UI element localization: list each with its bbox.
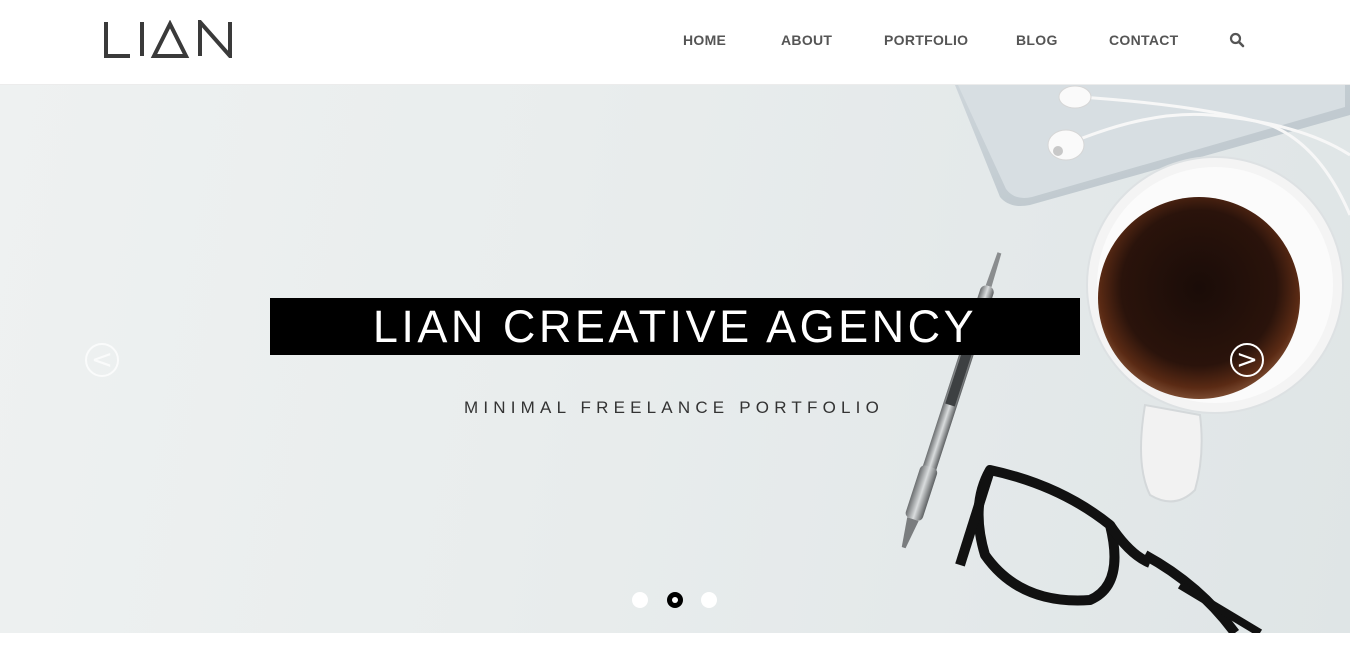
hero-subtitle-text: MINIMAL FREELANCE PORTFOLIO: [463, 398, 884, 417]
search-icon[interactable]: [1229, 32, 1245, 48]
chevron-left-icon: <: [91, 345, 113, 375]
nav-contact[interactable]: CONTACT: [1109, 32, 1179, 48]
hero-subtitle: MINIMAL FREELANCE PORTFOLIO: [0, 398, 1350, 418]
glasses: [955, 465, 1263, 633]
hero-slider: LIAN CREATIVE AGENCY MINIMAL FREELANCE P…: [0, 85, 1350, 633]
logo-mark: [104, 20, 232, 58]
slider-dot-3[interactable]: [701, 592, 717, 608]
logo[interactable]: [104, 18, 236, 60]
nav-home[interactable]: HOME: [683, 32, 726, 48]
nav-about[interactable]: ABOUT: [781, 32, 832, 48]
site-header: HOME ABOUT PORTFOLIO BLOG CONTACT: [0, 0, 1350, 85]
hero-title: LIAN CREATIVE AGENCY: [372, 300, 978, 352]
nav-blog[interactable]: BLOG: [1016, 32, 1058, 48]
nav-portfolio[interactable]: PORTFOLIO: [884, 32, 968, 48]
coffee-cup: [1086, 156, 1344, 414]
chevron-right-icon: >: [1236, 345, 1258, 375]
hero-background-image: [901, 85, 1350, 633]
slider-dot-2[interactable]: [667, 592, 683, 608]
next-slide-button[interactable]: >: [1230, 343, 1264, 377]
prev-slide-button[interactable]: <: [85, 343, 119, 377]
hero-title-box: LIAN CREATIVE AGENCY: [270, 298, 1080, 355]
cup-handle: [1140, 403, 1203, 503]
slider-dot-1[interactable]: [632, 592, 648, 608]
